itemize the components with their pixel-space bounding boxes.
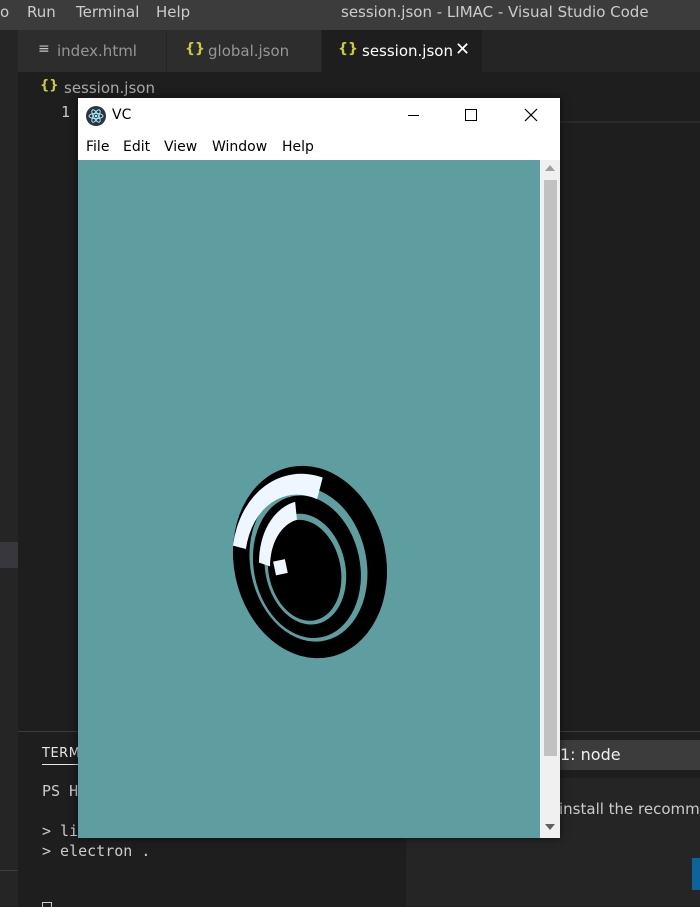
menu-item-help[interactable]: Help [156, 3, 190, 21]
json-braces-icon: {} [185, 41, 205, 57]
notification-text: install the recomme [559, 800, 700, 818]
app-menu-view[interactable]: View [164, 139, 197, 155]
vertical-scrollbar[interactable] [540, 160, 560, 838]
line-number: 1 [61, 103, 71, 121]
tab-terminal[interactable]: TERM [42, 746, 80, 761]
json-braces-icon: {} [338, 41, 358, 57]
app-titlebar[interactable]: VC [78, 98, 560, 134]
terminal-select[interactable]: 1: node [560, 740, 700, 770]
app-menubar: File Edit View Window Help [78, 134, 560, 160]
app-menu-edit[interactable]: Edit [123, 139, 150, 155]
close-icon[interactable]: ✕ [455, 39, 470, 60]
file-lines-icon: ≡ [38, 41, 50, 57]
app-menu-window[interactable]: Window [212, 139, 267, 155]
menu-item-terminal[interactable]: Terminal [76, 3, 139, 21]
electron-logo-icon [86, 106, 106, 126]
tab-label: global.json [208, 42, 290, 60]
tab-underline [42, 764, 82, 765]
electron-window: VC File Edit View Window Help [78, 98, 560, 838]
scroll-up-arrow-icon[interactable] [545, 165, 555, 171]
window-title: session.json - LIMAC - Visual Studio Cod… [341, 3, 649, 21]
app-title: VC [112, 107, 132, 123]
minimize-icon [408, 115, 419, 116]
terminal-cursor [42, 902, 52, 907]
activity-bar [0, 30, 18, 906]
terminal-line: > li [42, 822, 79, 840]
scroll-down-arrow-icon[interactable] [545, 824, 555, 830]
activity-highlight[interactable] [0, 542, 18, 568]
tab-label: session.json [362, 42, 453, 60]
tab-global-json[interactable]: {} global.json [167, 30, 322, 72]
terminal-line: PS H [42, 782, 79, 800]
tab-label: index.html [57, 42, 137, 60]
app-menu-file[interactable]: File [86, 139, 109, 155]
scroll-thumb[interactable] [544, 180, 557, 756]
editor-tab-bar: ≡ index.html {} global.json {} session.j… [18, 30, 700, 72]
current-line-highlight [560, 121, 700, 123]
terminal-select-value: 1: node [560, 745, 621, 764]
notification-action-button[interactable] [692, 858, 700, 890]
menu-item-run[interactable]: Run [27, 3, 56, 21]
close-icon [524, 108, 538, 122]
minimize-button[interactable] [384, 98, 442, 134]
tab-index-html[interactable]: ≡ index.html [18, 30, 167, 72]
terminal-line: > electron . [42, 842, 151, 860]
maximize-button[interactable] [442, 98, 500, 134]
breadcrumb-file[interactable]: session.json [64, 79, 155, 97]
close-button[interactable] [502, 98, 560, 134]
menu-item-go[interactable]: o [0, 3, 9, 21]
app-menu-help[interactable]: Help [282, 139, 314, 155]
tab-session-json[interactable]: {} session.json ✕ [322, 30, 483, 72]
render-canvas[interactable] [78, 160, 540, 838]
maximize-icon [465, 109, 477, 121]
json-braces-icon: {} [40, 78, 59, 93]
vscode-titlebar: o Run Terminal Help session.json - LIMAC… [0, 0, 700, 30]
statusbar-edge [0, 870, 18, 871]
